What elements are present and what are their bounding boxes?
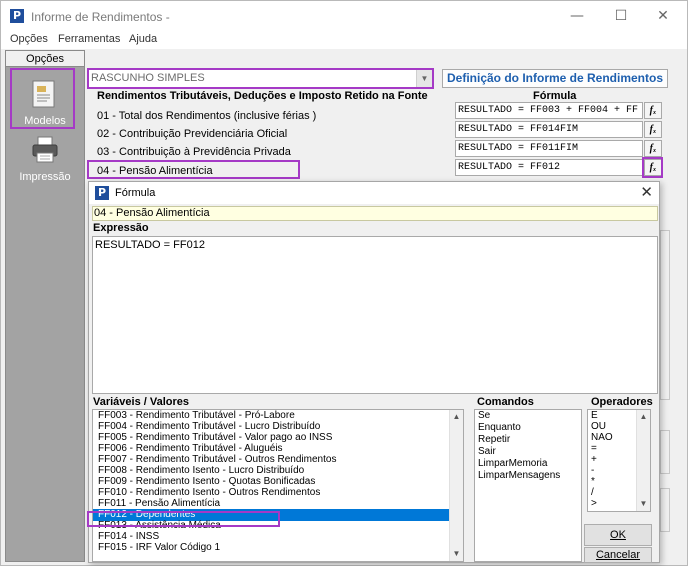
formula-dialog: P Fórmula ✕ 04 - Pensão Alimentícia Expr… [88, 181, 660, 563]
list-item[interactable]: > [588, 498, 597, 510]
formula-header: Fórmula [533, 90, 577, 102]
list-item[interactable]: Sair [475, 446, 496, 458]
list-item[interactable]: LimparMemoria [475, 458, 547, 470]
commands-list[interactable]: Se Enquanto Repetir Sair LimparMemoria L… [474, 409, 582, 562]
model-select-highlight [87, 68, 434, 89]
dependentes-highlight [87, 511, 280, 527]
printer-icon [32, 136, 58, 163]
menu-ferramentas[interactable]: Ferramentas [58, 33, 120, 45]
fx-icon[interactable]: fₓ [644, 140, 662, 157]
background-panel [660, 430, 670, 474]
income-row-label: 01 - Total dos Rendimentos (inclusive fé… [97, 110, 317, 122]
list-item[interactable]: LimparMensagens [475, 470, 560, 482]
modelos-highlight [10, 68, 75, 129]
variables-header: Variáveis / Valores [93, 396, 190, 408]
background-panel [660, 488, 670, 532]
formula-field[interactable]: RESULTADO = FF011FIM [455, 140, 643, 157]
formula-field[interactable]: RESULTADO = FF014FIM [455, 121, 643, 138]
maximize-button[interactable]: ☐ [601, 5, 641, 27]
sidebar-item-impressao[interactable]: Impressão [12, 133, 78, 191]
chevron-up-icon[interactable]: ▲ [637, 410, 650, 424]
income-row-label: 02 - Contribuição Previdenciária Oficial [97, 128, 288, 140]
income-row-label: 03 - Contribuição à Previdência Privada [97, 146, 291, 158]
close-icon[interactable]: ✕ [640, 183, 653, 201]
pensao-row-highlight [87, 160, 300, 179]
list-item[interactable]: Repetir [475, 434, 510, 446]
operators-scrollbar[interactable]: ▲ ▼ [636, 410, 650, 511]
ok-button[interactable]: OK [584, 524, 652, 546]
title-bar: P Informe de Rendimentos - — ☐ ✕ [1, 1, 687, 31]
menu-bar: Opções Ferramentas Ajuda [1, 31, 687, 49]
close-button[interactable]: ✕ [643, 5, 683, 27]
sidebar-item-label: Impressão [19, 171, 71, 183]
definition-button[interactable]: Definição do Informe de Rendimentos [442, 69, 668, 88]
app-icon: P [10, 9, 24, 23]
window-title: Informe de Rendimentos - [31, 10, 170, 24]
expression-value: RESULTADO = FF012 [95, 239, 205, 251]
menu-ajuda[interactable]: Ajuda [129, 33, 157, 45]
operators-list[interactable]: E OU NAO = + - * / > ▲ ▼ [587, 409, 651, 512]
list-item[interactable]: FF015 - IRF Valor Código 1 [93, 542, 449, 554]
selected-item-bar: 04 - Pensão Alimentícia [92, 206, 658, 221]
formula-field[interactable]: RESULTADO = FF003 + FF004 + FF [455, 102, 643, 119]
chevron-up-icon[interactable]: ▲ [450, 410, 463, 424]
variables-scrollbar[interactable]: ▲ ▼ [449, 410, 463, 561]
fx-icon[interactable]: fₓ [644, 121, 662, 138]
menu-opcoes[interactable]: Opções [10, 33, 48, 45]
variables-list[interactable]: FF003 - Rendimento Tributável - Pró-Labo… [92, 409, 464, 562]
expression-header: Expressão [93, 222, 149, 234]
background-panel [660, 230, 670, 400]
dialog-title: Fórmula [115, 187, 156, 199]
minimize-button[interactable]: — [557, 5, 597, 27]
chevron-down-icon[interactable]: ▼ [637, 497, 650, 511]
fx-highlight [642, 157, 663, 178]
dialog-title-bar: P Fórmula ✕ [89, 182, 659, 204]
list-item[interactable]: Se [475, 410, 490, 422]
formula-field[interactable]: RESULTADO = FF012 [455, 159, 643, 176]
commands-header: Comandos [477, 396, 534, 408]
fx-icon[interactable]: fₓ [644, 102, 662, 119]
app-icon: P [95, 186, 109, 200]
cancel-button[interactable]: Cancelar [584, 547, 652, 563]
list-item[interactable]: Enquanto [475, 422, 521, 434]
operators-header: Operadores [591, 396, 653, 408]
chevron-down-icon[interactable]: ▼ [450, 547, 463, 561]
expression-field[interactable]: RESULTADO = FF012 [92, 236, 658, 394]
section-title: Rendimentos Tributáveis, Deduções e Impo… [97, 90, 428, 102]
sidebar-header: Opções [6, 51, 84, 67]
